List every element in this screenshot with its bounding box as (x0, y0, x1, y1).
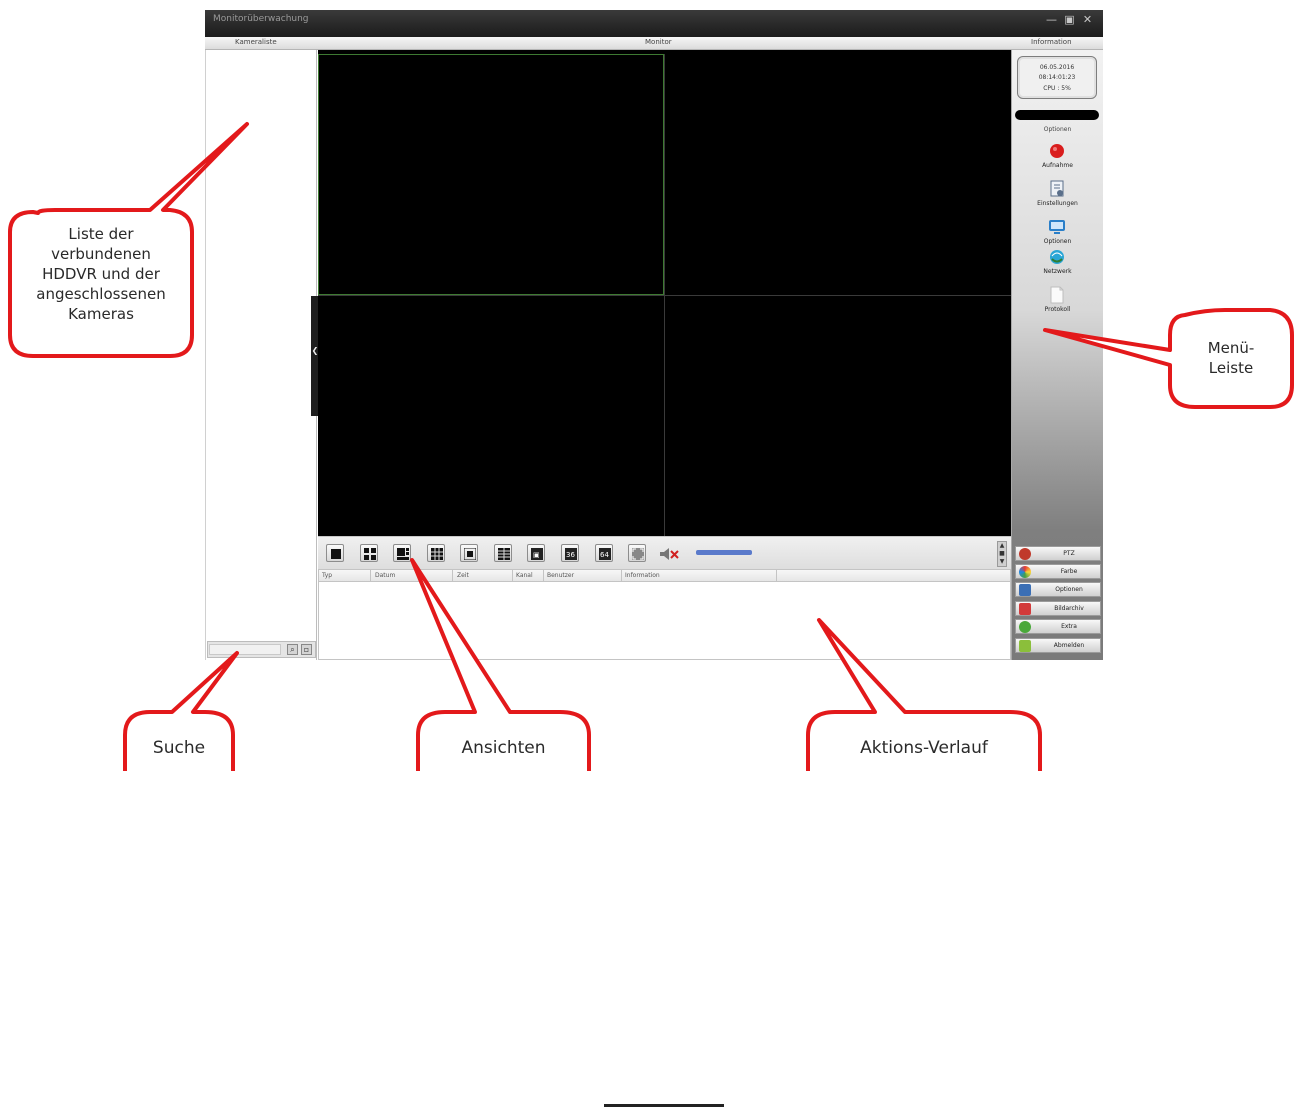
callout-search-text: Suche (152, 738, 206, 758)
callout-views-text: Ansichten (461, 738, 546, 758)
callout-camera-list-text: Liste der verbundenen HDDVR und der ange… (36, 225, 166, 323)
callout-history-text: Aktions-Verlauf (860, 738, 988, 758)
callout-menu-bar-text: Menü- Leiste (1207, 339, 1255, 377)
callout-overlay (8, 122, 1294, 771)
